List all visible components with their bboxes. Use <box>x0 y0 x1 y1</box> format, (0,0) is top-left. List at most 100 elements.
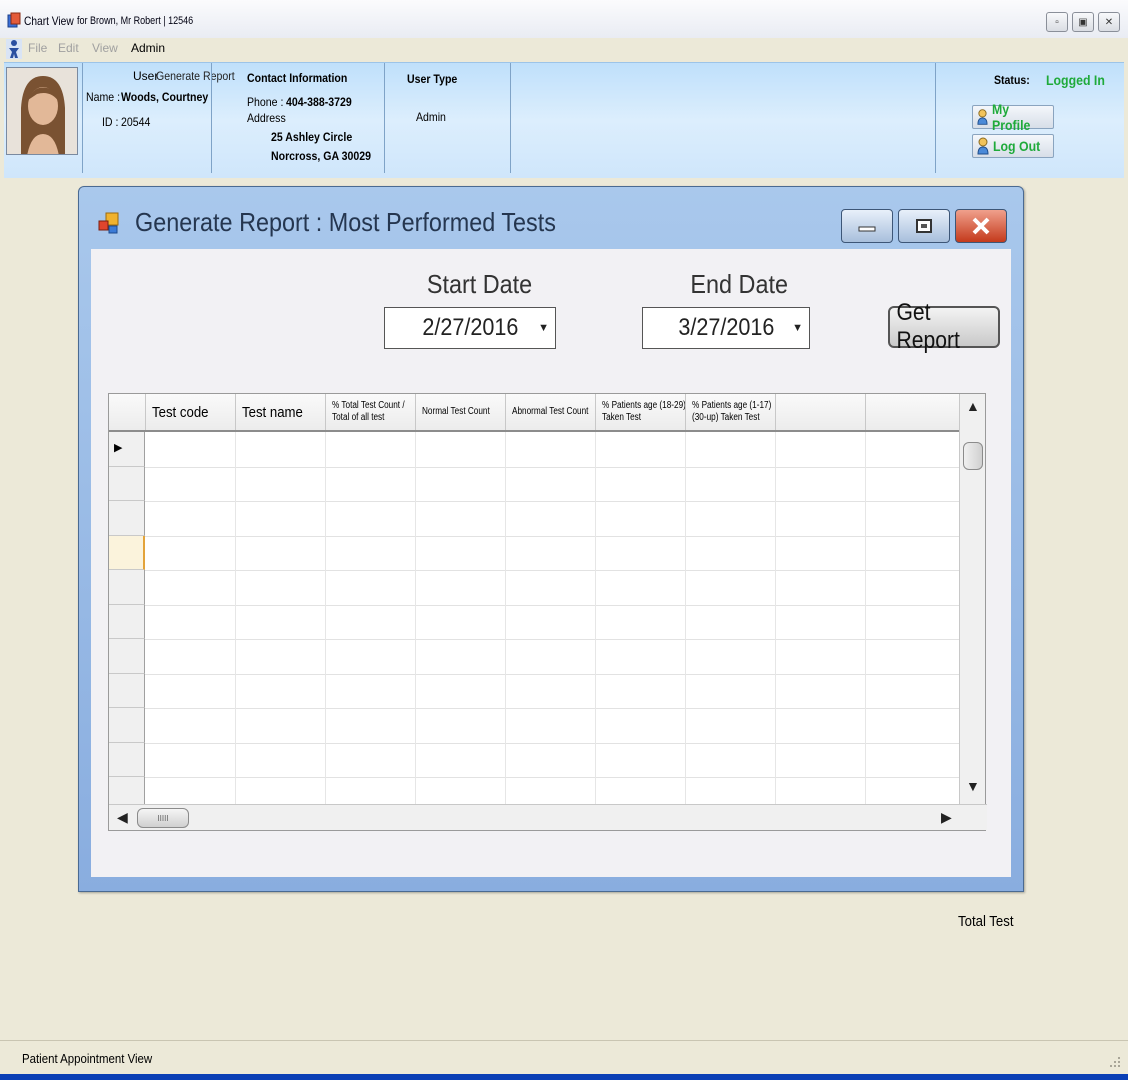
col-empty[interactable] <box>775 394 865 430</box>
avatar-image <box>7 68 77 154</box>
row-header[interactable]: ▶ <box>109 432 145 467</box>
report-icon <box>98 212 119 234</box>
start-date-label: Start Date <box>426 269 533 299</box>
row-line <box>145 708 959 709</box>
row-header[interactable] <box>109 535 145 570</box>
row-header[interactable] <box>109 708 145 743</box>
end-date-label: End Date <box>690 269 788 299</box>
row-header[interactable] <box>109 742 145 777</box>
col-label: % Total Test Count / <box>332 400 405 411</box>
phone-label: Phone : <box>247 95 284 109</box>
name-label: Name : <box>86 90 121 104</box>
dropdown-arrow-icon[interactable]: ▼ <box>538 322 549 334</box>
user-label: User <box>133 69 159 83</box>
dialog-close-icon[interactable] <box>955 209 1007 243</box>
user-type-value: Admin <box>416 110 446 124</box>
minimize-icon[interactable]: ▫ <box>1046 12 1068 32</box>
row-line <box>145 535 959 537</box>
row-header[interactable] <box>109 604 145 639</box>
start-date-picker[interactable]: 2/27/2016 ▼ <box>384 307 556 349</box>
row-line <box>145 501 959 502</box>
col-abnormal-count[interactable]: Abnormal Test Count <box>505 394 595 430</box>
status-text: Patient Appointment View <box>22 1051 153 1066</box>
end-date-picker[interactable]: 3/27/2016 ▼ <box>642 307 810 349</box>
address-label: Address <box>247 111 286 125</box>
user-type-title: User Type <box>407 72 458 86</box>
end-date-value: 3/27/2016 <box>677 314 775 341</box>
col-percent-total[interactable]: % Total Test Count / Total of all test <box>325 394 415 430</box>
maximize-icon[interactable]: ▣ <box>1072 12 1094 32</box>
row-line <box>145 466 959 468</box>
grid-header: Test code Test name % Total Test Count /… <box>109 394 959 432</box>
my-profile-label: My Profile <box>991 101 1031 133</box>
vertical-scroll-thumb[interactable] <box>963 442 983 470</box>
menu-admin[interactable]: Admin <box>131 41 165 55</box>
menu-edit[interactable]: Edit <box>58 41 79 55</box>
col-label: Test code <box>152 403 209 421</box>
dialog-maximize-icon[interactable] <box>898 209 950 243</box>
address-line1: 25 Ashley Circle <box>271 130 353 144</box>
scroll-left-icon[interactable]: ◀ <box>117 809 128 826</box>
scroll-down-icon[interactable]: ▼ <box>966 778 980 794</box>
taskbar-edge <box>0 1074 1128 1080</box>
scroll-up-icon[interactable]: ▲ <box>966 398 980 414</box>
current-row-icon: ▶ <box>114 442 123 454</box>
close-icon[interactable]: ✕ <box>1098 12 1120 32</box>
row-line <box>145 673 959 675</box>
user-icon <box>977 109 988 125</box>
user-figure-icon <box>6 39 22 59</box>
col-test-code[interactable]: Test code <box>145 394 235 430</box>
horizontal-scrollbar[interactable]: ◀ IIIII ▶ <box>109 804 987 830</box>
divider <box>82 63 83 173</box>
app-icon <box>7 12 21 28</box>
name-value: Woods, Courtney <box>121 90 209 104</box>
col-patients-18-29[interactable]: % Patients age (18-29) Taken Test <box>595 394 685 430</box>
minimize-icon <box>858 226 876 232</box>
dropdown-arrow-icon[interactable]: ▼ <box>792 322 803 334</box>
my-profile-button[interactable]: My Profile <box>972 101 1054 133</box>
dialog-body: Start Date 2/27/2016 ▼ End Date 3/27/201… <box>91 249 1011 877</box>
get-report-button[interactable]: Get Report <box>888 299 1000 354</box>
column-line <box>595 432 596 804</box>
log-out-button[interactable]: Log Out <box>972 134 1054 158</box>
start-date-value: 2/27/2016 <box>421 314 519 341</box>
col-patients-1-17[interactable]: % Patients age (1-17) (30-up) Taken Test <box>685 394 775 430</box>
col-label: (30-up) Taken Test <box>692 412 760 423</box>
status-bar-text: Patient Appointment View <box>22 1051 170 1066</box>
row-header[interactable] <box>109 466 145 501</box>
dialog-controls <box>841 209 1007 243</box>
row-header[interactable] <box>109 639 145 674</box>
window-title: Chart View <box>24 14 74 28</box>
column-line <box>775 432 776 804</box>
menu-view[interactable]: View <box>92 41 118 55</box>
menu-file[interactable]: File <box>28 41 47 55</box>
horizontal-scroll-thumb[interactable]: IIIII <box>137 808 189 828</box>
status-label: Status: <box>994 73 1030 87</box>
window-controls: ▫ ▣ ✕ <box>1046 12 1120 32</box>
row-header[interactable] <box>109 570 145 605</box>
scroll-right-icon[interactable]: ▶ <box>941 809 952 826</box>
col-normal-count[interactable]: Normal Test Count <box>415 394 505 430</box>
col-label: % Patients age (1-17) <box>692 400 772 411</box>
resize-grip-icon[interactable] <box>1106 1053 1122 1069</box>
dialog-title: Generate Report : Most Performed Tests <box>135 207 556 237</box>
column-line <box>325 432 326 804</box>
maximize-icon <box>916 219 932 233</box>
vertical-scrollbar[interactable]: ▲ ▼ <box>959 394 985 804</box>
close-icon <box>972 217 990 235</box>
row-header[interactable] <box>109 501 145 536</box>
generate-report-dialog: Generate Report : Most Performed Tests S… <box>78 186 1024 892</box>
row-header[interactable] <box>109 673 145 708</box>
column-line <box>415 432 416 804</box>
total-test-label: Total Test <box>958 913 1021 930</box>
col-label: Abnormal Test Count <box>512 406 589 417</box>
contact-title: Contact Information <box>247 71 348 85</box>
report-grid[interactable]: Test code Test name % Total Test Count /… <box>108 393 987 831</box>
row-line <box>145 742 959 744</box>
title-bar: Chart View for Brown, Mr Robert | 12546 … <box>0 0 1128 38</box>
col-empty[interactable] <box>865 394 959 430</box>
status-bar: Patient Appointment View <box>0 1040 1128 1074</box>
col-test-name[interactable]: Test name <box>235 394 325 430</box>
column-line <box>685 432 686 804</box>
dialog-minimize-icon[interactable] <box>841 209 893 243</box>
